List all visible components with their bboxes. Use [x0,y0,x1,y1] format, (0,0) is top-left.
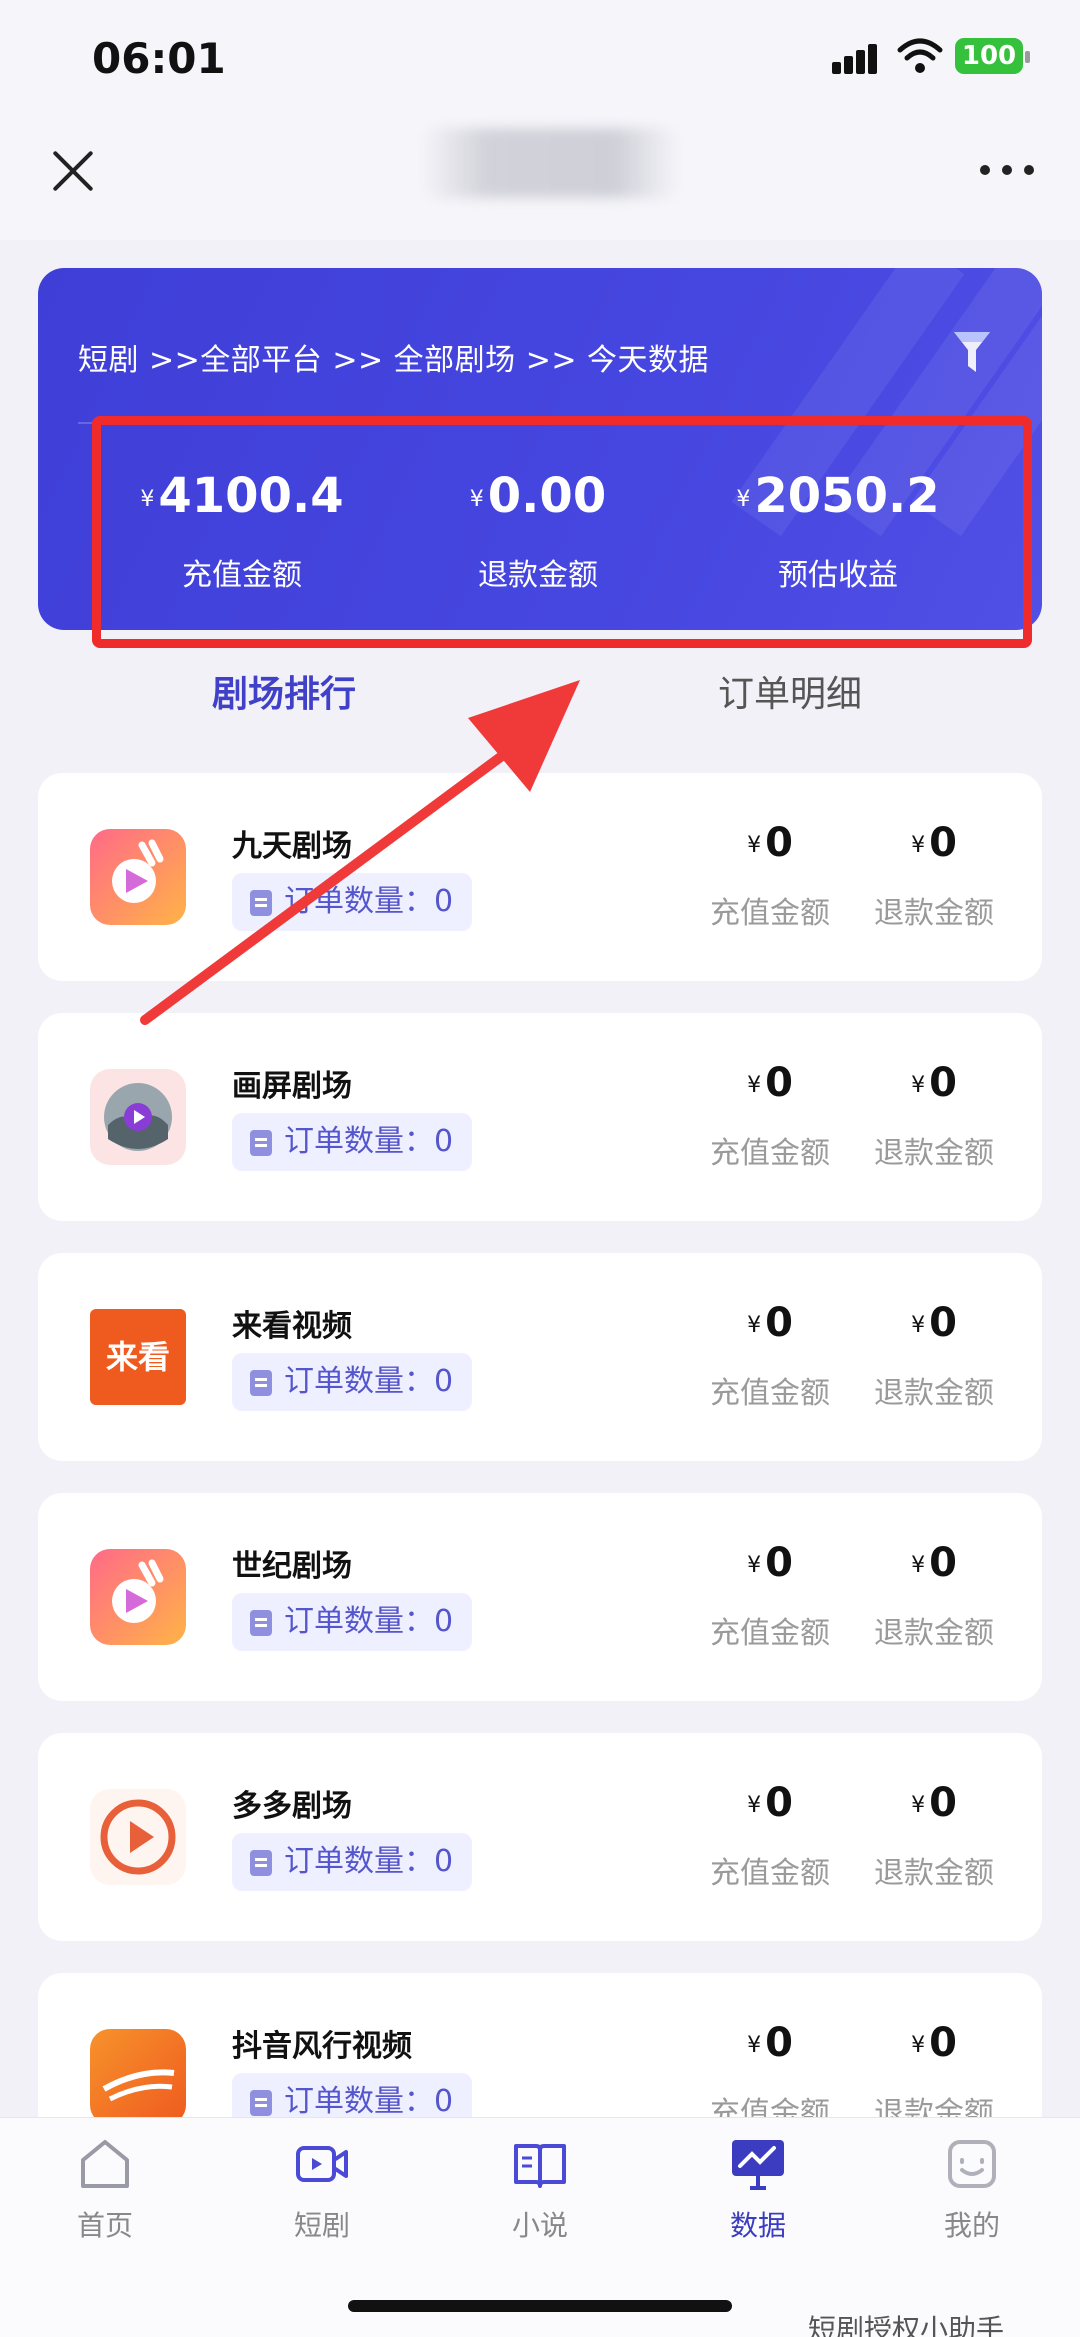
refund-amount: ¥0 退款金额 [874,1780,994,1891]
recharge-amount: ¥0 充值金额 [710,1300,830,1411]
tab-home[interactable]: 首页 [45,2136,165,2244]
document-icon [250,1610,272,1636]
refund-amount: ¥0 退款金额 [874,1300,994,1411]
tab-theater-ranking[interactable]: 剧场排行 [212,665,356,717]
document-icon [250,1130,272,1156]
refund-amount: ¥0 退款金额 [874,2020,994,2131]
home-indicator[interactable] [348,2300,732,2312]
recharge-amount: ¥0 充值金额 [710,1060,830,1171]
huaping-logo-icon [90,1069,186,1165]
tab-short-drama[interactable]: 短剧 [262,2136,382,2244]
chart-board-icon [732,2140,784,2190]
document-icon [250,1850,272,1876]
recharge-amount: ¥0 充值金额 [710,2020,830,2131]
video-camera-icon [296,2146,348,2182]
profile-face-icon [948,2140,996,2188]
tab-data[interactable]: 数据 [698,2136,818,2244]
theater-card[interactable]: 世纪剧场 订单数量：0 ¥0 充值金额 ¥0 退款金额 [38,1493,1042,1701]
order-count-chip: 订单数量：0 [232,1113,472,1171]
jiutian-logo-icon [90,829,186,925]
theater-name: 世纪剧场 [232,1549,352,1584]
document-icon [250,1370,272,1396]
theater-card[interactable]: 多多剧场 订单数量：0 ¥0 充值金额 ¥0 退款金额 [38,1733,1042,1941]
fengxing-logo-icon [90,2029,186,2125]
refund-amount: ¥0 退款金额 [874,1540,994,1651]
order-count-chip: 订单数量：0 [232,1353,472,1411]
refund-amount: ¥0 退款金额 [874,1060,994,1171]
order-count-chip: 订单数量：0 [232,1593,472,1651]
cellular-signal-icon [832,44,878,74]
status-time: 06:01 [92,34,226,83]
tab-order-details[interactable]: 订单明细 [718,665,862,717]
theater-name: 抖音风行视频 [232,2029,412,2064]
theater-card[interactable]: 来看 来看视频 订单数量：0 ¥0 充值金额 ¥0 退款金额 [38,1253,1042,1461]
recharge-amount: ¥0 充值金额 [710,820,830,931]
order-count-chip: 订单数量：0 [232,1833,472,1891]
filter-breadcrumb[interactable]: 短剧 >>全部平台 >> 全部剧场 >> 今天数据 [78,335,709,379]
laikan-logo-icon: 来看 [90,1309,186,1405]
home-icon [81,2140,129,2188]
theater-name: 画屏剧场 [232,1069,352,1104]
theater-name: 来看视频 [232,1309,352,1344]
battery-indicator: 100 [955,38,1030,74]
book-icon [514,2144,566,2188]
highlight-annotation-box [92,416,1032,648]
recharge-amount: ¥0 充值金额 [710,1540,830,1651]
tab-novel[interactable]: 小说 [480,2136,600,2244]
filter-funnel-icon[interactable] [952,328,992,376]
order-count-chip: 订单数量：0 [232,873,472,931]
theater-name: 多多剧场 [232,1789,352,1824]
document-icon [250,2090,272,2116]
refund-amount: ¥0 退款金额 [874,820,994,931]
theater-name: 九天剧场 [232,829,352,864]
tab-profile[interactable]: 我的 [912,2136,1032,2244]
more-options-icon[interactable] [980,165,1036,177]
theater-card[interactable]: 九天剧场 订单数量：0 ¥0 充值金额 ¥0 退款金额 [38,773,1042,981]
blurred-page-title [420,128,680,198]
status-bar: 06:01 100 [0,0,1080,120]
shiji-logo-icon [90,1549,186,1645]
close-icon[interactable] [48,146,98,196]
duoduo-logo-icon [90,1789,186,1885]
document-icon [250,890,272,916]
wifi-icon [897,38,943,73]
theater-card[interactable]: 画屏剧场 订单数量：0 ¥0 充值金额 ¥0 退款金额 [38,1013,1042,1221]
watermark-text: 短剧授权小助手 [808,2313,1005,2337]
recharge-amount: ¥0 充值金额 [710,1780,830,1891]
